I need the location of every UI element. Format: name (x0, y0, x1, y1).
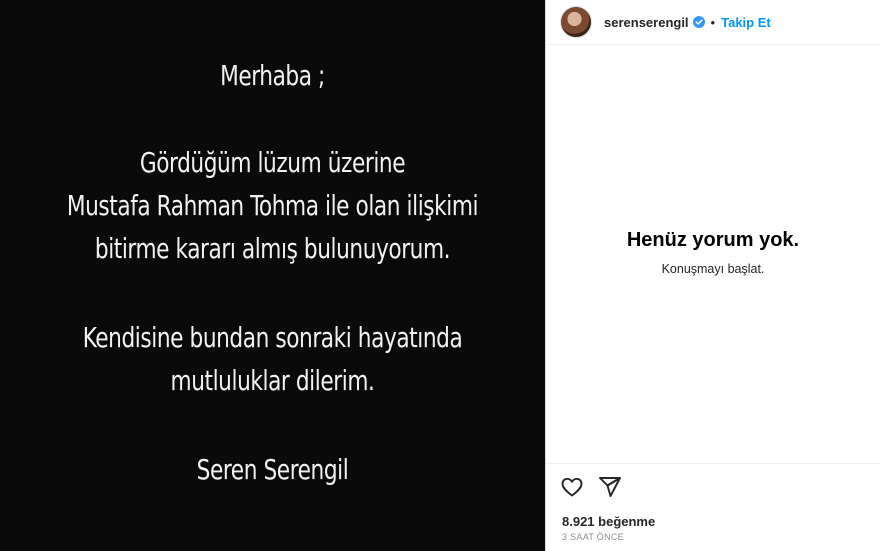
post-line: Gördüğüm lüzum üzerine (139, 146, 406, 179)
divider (546, 463, 880, 464)
instagram-post-view: Merhaba ; Gördüğüm lüzum üzerine Mustafa… (0, 0, 880, 551)
empty-comments-subtitle: Konuşmayı başlat. (661, 262, 765, 276)
post-text-block-4: Seren Serengil (0, 448, 545, 491)
post-text-block-2: Gördüğüm lüzum üzerine Mustafa Rahman To… (0, 141, 545, 270)
empty-comments: Henüz yorum yok. Konuşmayı başlat. (546, 229, 880, 276)
avatar[interactable] (560, 6, 592, 38)
separator-dot: • (710, 14, 716, 30)
follow-button[interactable]: Takip Et (721, 15, 771, 30)
action-bar (560, 475, 622, 499)
post-header: serenserengil • Takip Et (546, 0, 880, 45)
post-line: Kendisine bundan sonraki hayatında (82, 321, 463, 354)
post-timestamp[interactable]: 3 SAAT ÖNCE (562, 532, 624, 542)
post-signature: Seren Serengil (196, 453, 349, 486)
post-text-block-1: Merhaba ; (0, 54, 545, 97)
heart-icon[interactable] (560, 475, 584, 499)
post-line: Merhaba ; (220, 59, 325, 92)
username-link[interactable]: serenserengil (604, 15, 689, 30)
verified-badge-icon (692, 16, 705, 28)
post-sidebar: serenserengil • Takip Et Henüz yorum yok… (545, 0, 880, 551)
post-line: mutluluklar dilerim. (170, 364, 375, 397)
post-line: bitirme kararı almış bulunuyorum. (94, 232, 451, 265)
share-icon[interactable] (598, 475, 622, 499)
like-count[interactable]: 8.921 beğenme (562, 514, 655, 529)
post-text-block-3: Kendisine bundan sonraki hayatında mutlu… (0, 316, 545, 402)
post-line: Mustafa Rahman Tohma ile olan ilişkimi (66, 189, 479, 222)
post-image: Merhaba ; Gördüğüm lüzum üzerine Mustafa… (0, 0, 545, 551)
empty-comments-title: Henüz yorum yok. (626, 229, 800, 251)
